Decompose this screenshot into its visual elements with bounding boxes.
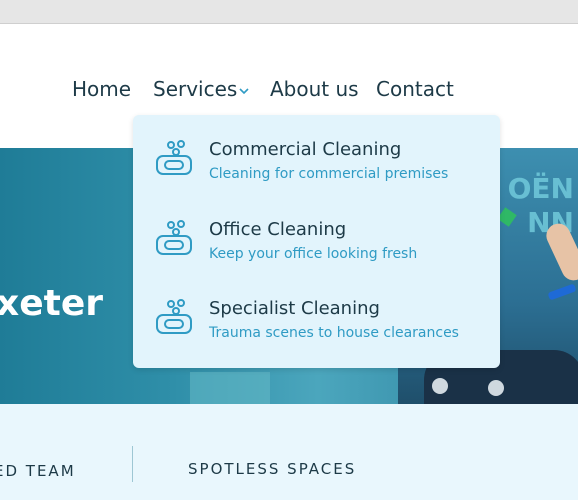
nav-services-link[interactable]: Services xyxy=(153,77,249,101)
dropdown-item-title: Specialist Cleaning xyxy=(209,298,380,319)
dropdown-item-subtitle: Trauma scenes to house clearances xyxy=(209,325,459,341)
dropdown-item-office-cleaning[interactable]: Office Cleaning Keep your office looking… xyxy=(133,219,500,289)
chevron-down-icon xyxy=(239,87,249,94)
feature-label: SPOTLESS SPACES xyxy=(188,460,357,478)
soap-bubbles-icon xyxy=(156,140,192,175)
dropdown-item-subtitle: Cleaning for commercial premises xyxy=(209,166,449,182)
nav-about-link[interactable]: About us xyxy=(270,77,359,101)
soap-bubbles-icon xyxy=(156,220,192,255)
hero-car-wheel xyxy=(432,378,448,394)
hero-title: xeter xyxy=(0,283,104,324)
dropdown-item-title: Commercial Cleaning xyxy=(209,139,402,160)
dropdown-item-commercial-cleaning[interactable]: Commercial Cleaning Cleaning for commerc… xyxy=(133,139,500,209)
dropdown-item-specialist-cleaning[interactable]: Specialist Cleaning Trauma scenes to hou… xyxy=(133,298,500,368)
hero-car-wheel xyxy=(488,380,504,396)
nav-home-link[interactable]: Home xyxy=(72,77,131,101)
dropdown-item-subtitle: Keep your office looking fresh xyxy=(209,246,418,262)
features-strip: ED TEAM SPOTLESS SPACES xyxy=(0,404,578,500)
hero-decor-block xyxy=(190,372,270,404)
nav-services-label: Services xyxy=(153,77,238,101)
soap-bubbles-icon xyxy=(156,299,192,334)
strip-divider xyxy=(132,446,133,482)
services-dropdown: Commercial Cleaning Cleaning for commerc… xyxy=(133,115,500,368)
browser-top-bar xyxy=(0,0,578,24)
feature-label: ED TEAM xyxy=(0,462,76,480)
nav-contact-link[interactable]: Contact xyxy=(376,77,454,101)
dropdown-item-title: Office Cleaning xyxy=(209,219,347,240)
